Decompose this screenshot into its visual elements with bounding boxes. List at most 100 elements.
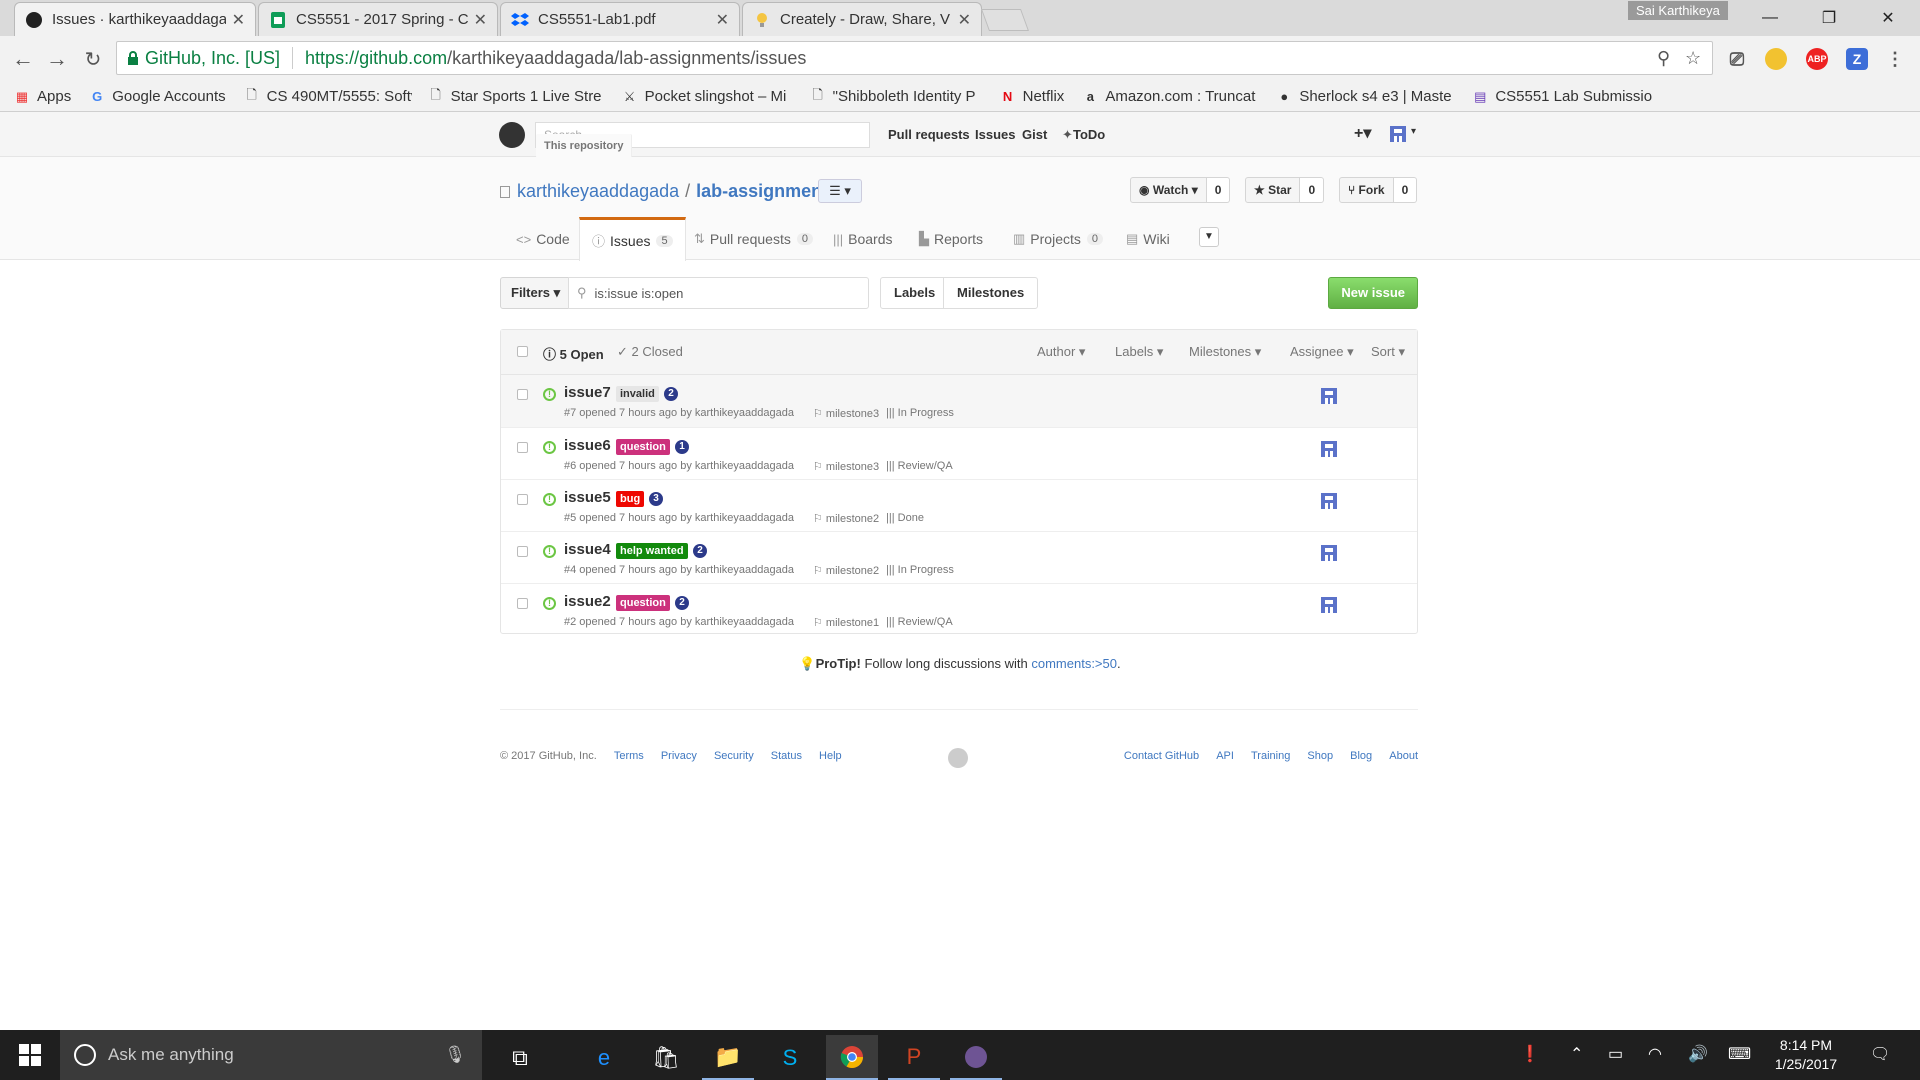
repo-name-link[interactable]: lab-assignments	[696, 181, 838, 202]
issue-row[interactable]: ! issue6 question 1 #6 opened 7 hours ago by…	[501, 427, 1417, 479]
issue-checkbox[interactable]	[517, 389, 528, 400]
footer-link-blog[interactable]: Blog	[1350, 750, 1372, 762]
milestones-button[interactable]: Milestones	[943, 277, 1039, 309]
nav-todo[interactable]: ToDo	[1073, 127, 1105, 142]
nav-issues[interactable]: Issues	[975, 127, 1015, 142]
nav-pull-requests[interactable]: Pull requests	[888, 127, 970, 142]
comment-count-badge[interactable]: 3	[649, 492, 663, 506]
issue-title-link[interactable]: issue4	[564, 541, 611, 558]
assignee-avatar[interactable]	[1321, 441, 1337, 457]
forward-icon[interactable]: →	[42, 44, 72, 74]
footer-link-shop[interactable]: Shop	[1307, 750, 1333, 762]
milestones-filter[interactable]: Milestones ▾	[1189, 344, 1261, 360]
issue-label[interactable]: question	[616, 439, 670, 455]
windows-start-icon[interactable]	[0, 1030, 60, 1080]
github-mark-icon[interactable]	[948, 748, 968, 768]
battery-icon[interactable]: ▭	[1608, 1044, 1623, 1064]
adblock-icon[interactable]: ABP	[1806, 48, 1828, 70]
comment-count-badge[interactable]: 2	[693, 544, 707, 558]
issue-milestone[interactable]: ⚐ milestone2	[813, 564, 879, 577]
issue-label[interactable]: invalid	[616, 386, 659, 402]
labels-filter[interactable]: Labels ▾	[1115, 344, 1163, 360]
zotero-icon[interactable]: Z	[1846, 48, 1868, 70]
skype-icon[interactable]: S	[764, 1035, 816, 1080]
footer-link-security[interactable]: Security	[714, 750, 754, 762]
tab-code[interactable]: <> Code	[504, 217, 582, 261]
fork-button[interactable]: ⑂ Fork	[1339, 177, 1394, 203]
store-icon[interactable]: 🛍	[640, 1035, 692, 1080]
new-tab-button[interactable]	[980, 9, 1030, 31]
create-new-icon[interactable]: +▾	[1354, 123, 1371, 143]
select-all-checkbox[interactable]	[517, 346, 528, 357]
issue-milestone[interactable]: ⚐ milestone1	[813, 616, 879, 629]
browser-tab-github-issues[interactable]: Issues · karthikeyaaddagada ✕	[14, 2, 256, 36]
author-filter[interactable]: Author ▾	[1037, 344, 1085, 360]
assignee-filter[interactable]: Assignee ▾	[1290, 344, 1354, 360]
issue-row[interactable]: ! issue5 bug 3 #5 opened 7 hours ago by kart…	[501, 479, 1417, 531]
reload-icon[interactable]: ↻	[78, 44, 108, 74]
search-box[interactable]: This repository Search	[535, 122, 870, 158]
issue-title-link[interactable]: issue7	[564, 384, 611, 401]
issue-title-link[interactable]: issue5	[564, 489, 611, 506]
file-explorer-icon[interactable]: 📁	[702, 1035, 754, 1080]
issue-row[interactable]: ! issue7 invalid 2 #7 opened 7 hours ago by …	[501, 375, 1417, 427]
github-desktop-icon[interactable]	[950, 1035, 1002, 1080]
assignee-avatar[interactable]	[1321, 597, 1337, 613]
powerpoint-icon[interactable]: P	[888, 1035, 940, 1080]
tab-projects[interactable]: ▥ Projects 0	[1001, 217, 1115, 261]
star-count[interactable]: 0	[1300, 177, 1325, 203]
issue-checkbox[interactable]	[517, 494, 528, 505]
footer-link-training[interactable]: Training	[1251, 750, 1290, 762]
comment-count-badge[interactable]: 1	[675, 440, 689, 454]
user-avatar[interactable]	[1390, 126, 1406, 142]
browser-tab-creately[interactable]: Creately - Draw, Share, V ✕	[742, 2, 982, 36]
close-tab-icon[interactable]: ✕	[716, 10, 729, 30]
watch-count[interactable]: 0	[1206, 177, 1231, 203]
issue-milestone[interactable]: ⚐ milestone2	[813, 512, 879, 525]
list-menu-button[interactable]: ☰ ▾	[818, 179, 862, 203]
close-window-icon[interactable]: ✕	[1865, 4, 1911, 32]
browser-tab-sheets[interactable]: CS5551 - 2017 Spring - C ✕	[258, 2, 498, 36]
tab-reports[interactable]: ▙ Reports	[907, 217, 995, 261]
wifi-icon[interactable]: ◠	[1648, 1044, 1662, 1064]
footer-link-terms[interactable]: Terms	[614, 750, 644, 762]
bookmark-netflix[interactable]: N Netflix	[1000, 88, 1064, 105]
extension-shield-icon[interactable]	[1765, 48, 1787, 70]
menu-icon[interactable]: ⋮	[1884, 48, 1906, 70]
chrome-icon[interactable]	[826, 1035, 878, 1080]
issue-row[interactable]: ! issue4 help wanted 2 #4 opened 7 hours ago…	[501, 531, 1417, 583]
comment-count-badge[interactable]: 2	[675, 596, 689, 610]
task-view-icon[interactable]: ⧉	[494, 1035, 546, 1080]
restore-icon[interactable]: ❐	[1806, 4, 1852, 32]
secure-indicator[interactable]: GitHub, Inc. [US]	[127, 48, 280, 69]
url-text[interactable]: https://github.com/karthikeyaaddagada/la…	[305, 48, 806, 69]
footer-link-api[interactable]: API	[1216, 750, 1234, 762]
star-button[interactable]: ★ Star	[1245, 177, 1301, 203]
issue-label[interactable]: help wanted	[616, 543, 688, 559]
open-issues-filter[interactable]: ⓘ 5 Open	[543, 344, 604, 363]
nav-gist[interactable]: Gist	[1022, 127, 1047, 142]
filters-dropdown[interactable]: Filters ▾	[500, 277, 572, 309]
profile-name[interactable]: Sai Karthikeya	[1628, 1, 1728, 20]
chevron-down-icon[interactable]: ▾	[1411, 126, 1416, 137]
close-tab-icon[interactable]: ✕	[958, 10, 971, 30]
volume-icon[interactable]: 🔊	[1688, 1044, 1708, 1064]
tab-pull-requests[interactable]: ⇅ Pull requests 0	[682, 217, 825, 261]
sort-dropdown[interactable]: Sort ▾	[1371, 344, 1405, 360]
issue-checkbox[interactable]	[517, 442, 528, 453]
bookmark-sherlock[interactable]: ● Sherlock s4 e3 | Maste	[1276, 88, 1456, 105]
protip-link[interactable]: comments:>50	[1031, 656, 1117, 671]
issue-label[interactable]: question	[616, 595, 670, 611]
tab-wiki[interactable]: ▤ Wiki	[1114, 217, 1182, 261]
repo-owner-link[interactable]: karthikeyaaddagada	[517, 181, 679, 202]
footer-link-help[interactable]: Help	[819, 750, 842, 762]
issue-checkbox[interactable]	[517, 598, 528, 609]
closed-issues-filter[interactable]: ✓ 2 Closed	[617, 344, 683, 360]
action-center-icon[interactable]: 🗨	[1870, 1044, 1890, 1064]
footer-link-contact[interactable]: Contact GitHub	[1124, 750, 1199, 762]
issue-title-link[interactable]: issue6	[564, 437, 611, 454]
address-bar[interactable]: GitHub, Inc. [US] https://github.com/kar…	[116, 41, 1713, 75]
bookmark-cs490[interactable]: 🗋 CS 490MT/5555: Softv	[244, 88, 411, 105]
cortana-search[interactable]: Ask me anything 🎙	[60, 1030, 482, 1080]
taskbar-clock[interactable]: 8:14 PM 1/25/2017	[1760, 1036, 1852, 1074]
